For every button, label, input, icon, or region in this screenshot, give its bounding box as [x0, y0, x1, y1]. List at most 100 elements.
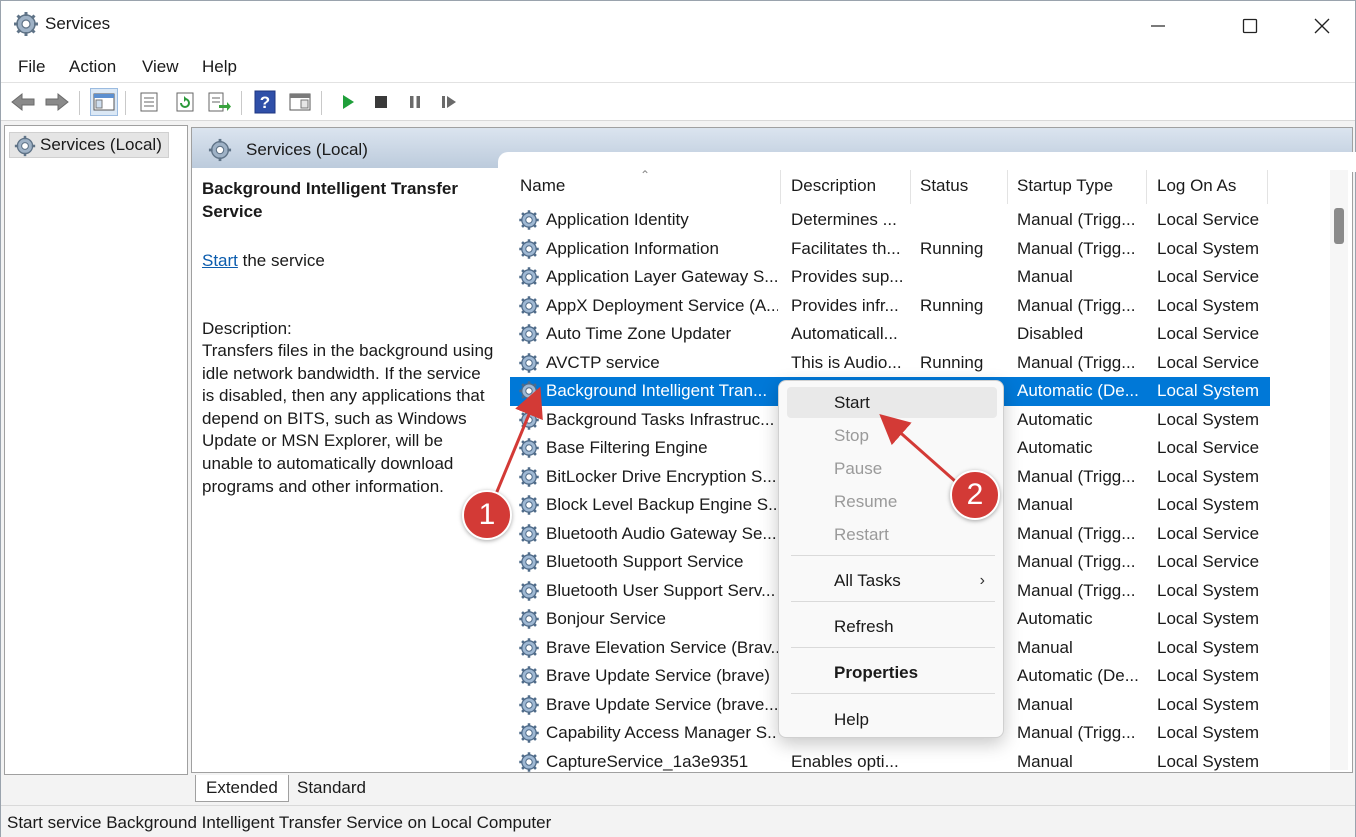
context-menu: Start Stop Pause Resume Restart All Task…	[778, 380, 1004, 738]
column-separator[interactable]	[1267, 170, 1268, 204]
service-row[interactable]: Application Layer Gateway S... Provides s…	[510, 263, 1270, 292]
menu-help[interactable]: Help	[202, 57, 237, 77]
service-status: Running	[920, 295, 984, 315]
service-startup-type: Manual	[1017, 495, 1073, 514]
annotation-badge-2: 2	[950, 470, 1000, 520]
service-description: Automaticall...	[791, 324, 898, 343]
back-arrow-icon	[11, 92, 35, 112]
service-log-on-as: Local System	[1157, 609, 1260, 628]
service-log-on-as: Local Service	[1157, 210, 1260, 229]
column-separator[interactable]	[780, 170, 781, 204]
resume-service-button[interactable]	[435, 88, 463, 116]
service-startup-type: Manual	[1017, 694, 1073, 714]
context-menu-restart[interactable]: Restart	[787, 519, 997, 550]
service-log-on-as: Local System	[1157, 751, 1260, 771]
service-description: Provides infr...	[791, 295, 899, 315]
toolbar-separator	[79, 91, 80, 115]
service-row[interactable]: Application Identity Determines ... Manual…	[510, 206, 1270, 235]
service-description: Enables opti...	[791, 751, 899, 771]
service-startup-type: Automatic (De...	[1017, 381, 1139, 400]
description-text: Transfers files in the background using …	[202, 341, 494, 496]
start-service-button[interactable]	[334, 88, 362, 116]
column-header-description[interactable]: Description	[791, 176, 876, 206]
service-name: Background Tasks Infrastruc...	[546, 409, 775, 429]
service-row[interactable]: AppX Deployment Service (A... Provides in…	[510, 292, 1270, 321]
context-menu-stop[interactable]: Stop	[787, 420, 997, 451]
context-menu-start[interactable]: Start	[787, 387, 997, 418]
service-row[interactable]: Auto Time Zone Updater Automaticall... Dis…	[510, 320, 1270, 349]
context-menu-separator	[791, 647, 995, 648]
show-hide-console-tree-icon	[93, 93, 115, 111]
properties-button[interactable]	[135, 88, 163, 116]
description-label: Description:	[202, 319, 292, 338]
column-header-startup-type[interactable]: Startup Type	[1017, 176, 1113, 206]
vertical-scrollbar[interactable]	[1330, 170, 1348, 770]
context-menu-properties[interactable]: Properties	[787, 657, 997, 688]
column-header-log-on-as[interactable]: Log On As	[1157, 176, 1236, 206]
tree-item-services-local[interactable]: Services (Local)	[9, 132, 169, 158]
scrollbar-thumb[interactable]	[1334, 208, 1344, 244]
service-log-on-as: Local System	[1157, 238, 1260, 258]
annotation-badge-1: 1	[462, 490, 512, 540]
start-service-link[interactable]: Start	[202, 251, 238, 270]
service-startup-type: Manual	[1017, 267, 1073, 286]
tab-extended[interactable]: Extended	[195, 775, 289, 802]
back-button[interactable]	[9, 88, 37, 116]
service-gear-icon	[519, 609, 539, 629]
service-gear-icon	[519, 751, 539, 772]
menu-action[interactable]: Action	[69, 57, 116, 77]
service-row[interactable]: CaptureService_1a3e9351 Enables opti... Ma…	[510, 748, 1270, 773]
help-icon: ?	[254, 90, 276, 114]
service-log-on-as: Local System	[1157, 694, 1260, 714]
service-log-on-as: Local Service	[1157, 352, 1260, 372]
stop-service-button[interactable]	[367, 88, 395, 116]
services-gear-icon	[208, 138, 232, 162]
service-name: Auto Time Zone Updater	[546, 324, 732, 343]
column-separator[interactable]	[910, 170, 911, 204]
service-gear-icon	[519, 552, 539, 572]
forward-button[interactable]	[43, 88, 71, 116]
menu-view[interactable]: View	[142, 57, 179, 77]
service-startup-type: Manual (Trigg...	[1017, 580, 1136, 600]
service-gear-icon	[519, 694, 539, 715]
show-hide-console-tree-button[interactable]	[90, 88, 118, 116]
view-tabs: Extended Standard	[191, 775, 1353, 803]
column-separator[interactable]	[1007, 170, 1008, 204]
tab-standard[interactable]: Standard	[287, 775, 376, 802]
service-log-on-as: Local Service	[1157, 324, 1260, 343]
minimize-button[interactable]	[1127, 1, 1189, 51]
export-list-button[interactable]	[205, 88, 233, 116]
context-menu-separator	[791, 555, 995, 556]
service-startup-type: Manual (Trigg...	[1017, 523, 1136, 543]
service-log-on-as: Local System	[1157, 381, 1260, 400]
service-name: CaptureService_1a3e9351	[546, 751, 749, 771]
maximize-icon	[1242, 18, 1258, 34]
close-button[interactable]	[1291, 1, 1353, 51]
context-menu-help[interactable]: Help	[787, 704, 997, 735]
service-gear-icon	[519, 723, 539, 743]
service-gear-icon	[519, 267, 539, 287]
context-menu-all-tasks[interactable]: All Tasks ›	[787, 565, 997, 596]
service-name: Capability Access Manager S...	[546, 723, 778, 742]
refresh-button[interactable]	[171, 88, 199, 116]
help-button[interactable]: ?	[251, 88, 279, 116]
column-header-status[interactable]: Status	[920, 176, 968, 206]
service-log-on-as: Local System	[1157, 295, 1260, 315]
menu-file[interactable]: File	[18, 57, 45, 77]
forward-arrow-icon	[45, 92, 69, 112]
service-startup-type: Manual (Trigg...	[1017, 723, 1136, 742]
column-header-name[interactable]: Name	[520, 176, 565, 206]
service-row[interactable]: Application Information Facilitates th...…	[510, 235, 1270, 264]
service-gear-icon	[519, 523, 539, 544]
service-gear-icon	[519, 238, 539, 259]
service-name: Bluetooth User Support Serv...	[546, 580, 776, 600]
context-menu-refresh[interactable]: Refresh	[787, 611, 997, 642]
service-log-on-as: Local Service	[1157, 267, 1260, 286]
service-name: AppX Deployment Service (A...	[546, 295, 778, 315]
service-row[interactable]: AVCTP service This is Audio... Running Manu…	[510, 349, 1270, 378]
service-startup-type: Automatic	[1017, 609, 1093, 628]
pause-service-button[interactable]	[401, 88, 429, 116]
column-separator[interactable]	[1146, 170, 1147, 204]
maximize-button[interactable]	[1219, 1, 1281, 51]
action-pane-button[interactable]	[286, 88, 314, 116]
